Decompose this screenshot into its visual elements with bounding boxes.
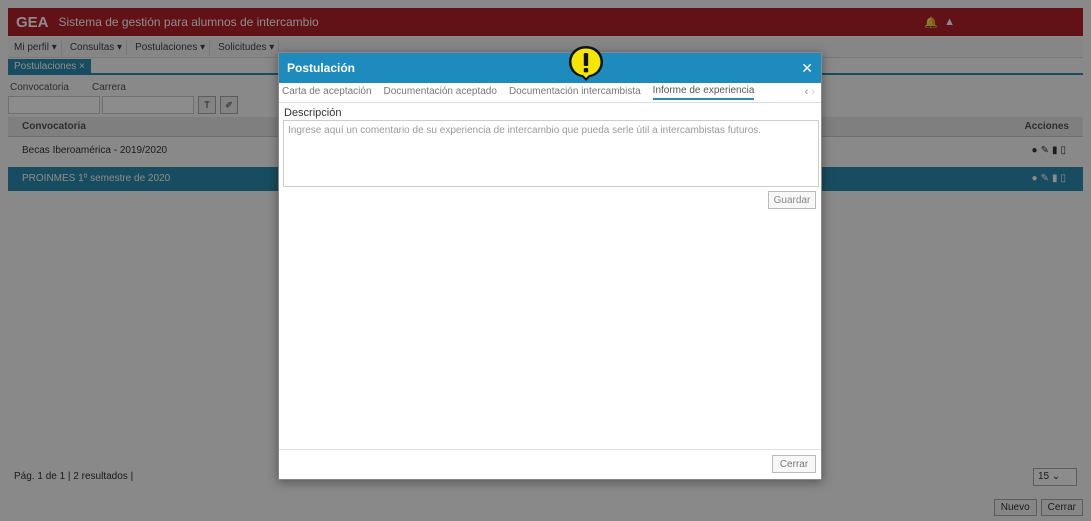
chevron-right-icon[interactable]: ›	[811, 86, 815, 98]
dialog-footer: Cerrar	[279, 449, 821, 479]
descripcion-label: Descripción	[284, 107, 342, 119]
dialog-title: Postulación	[287, 61, 356, 75]
tab-informe-experiencia[interactable]: Informe de experiencia	[652, 85, 755, 100]
cerrar-button[interactable]: Cerrar	[772, 455, 816, 473]
tab-carta-aceptacion[interactable]: Carta de aceptación	[282, 86, 372, 99]
guardar-button[interactable]: Guardar	[768, 191, 816, 209]
exclamation-icon	[567, 44, 605, 82]
dialog-tabs: Carta de aceptación Documentación acepta…	[279, 83, 821, 103]
dialog-body: Descripción Guardar	[279, 103, 821, 449]
tab-documentacion-aceptado[interactable]: Documentación aceptado	[384, 86, 497, 99]
tab-scroll-arrows: ‹ ›	[805, 86, 815, 98]
close-icon[interactable]: ✕	[801, 60, 813, 77]
chevron-left-icon[interactable]: ‹	[805, 86, 809, 98]
dialog-header: Postulación ✕	[279, 53, 821, 83]
descripcion-textarea[interactable]	[283, 120, 819, 187]
tab-documentacion-intercambista[interactable]: Documentación intercambista	[509, 86, 641, 99]
postulacion-dialog: Postulación ✕ Carta de aceptación Docume…	[278, 52, 822, 480]
